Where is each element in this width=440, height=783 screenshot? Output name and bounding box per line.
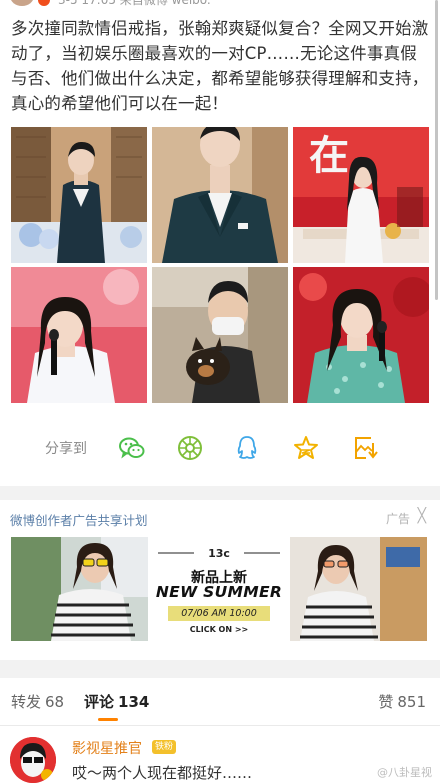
moments-icon[interactable] bbox=[176, 434, 204, 462]
post-text: 多次撞同款情侣戒指，张翰郑爽疑似复合？全网又开始激动了，当初娱乐圈最喜欢的一对C… bbox=[11, 19, 429, 113]
tab-likes-count: 851 bbox=[397, 693, 426, 711]
post-meta: 3-5 17:05 来自微博 weibo.com bbox=[58, 0, 210, 7]
ad-model-photo-right[interactable] bbox=[290, 537, 427, 641]
comment-author[interactable]: 影视星推官 bbox=[72, 738, 142, 758]
ad-cta-button[interactable]: CLICK ON >> bbox=[150, 625, 288, 634]
scrollbar[interactable] bbox=[435, 0, 438, 300]
woman-sequin-dress-photo[interactable] bbox=[293, 267, 429, 403]
velvet-suit-closeup-photo[interactable] bbox=[152, 127, 288, 263]
share-bar: 分享到 bbox=[0, 428, 440, 468]
man-in-velvet-suit-photo[interactable] bbox=[11, 127, 147, 263]
qq-icon[interactable] bbox=[233, 434, 261, 462]
watermark: @八卦星视 bbox=[377, 766, 432, 779]
ad-label: 广告 bbox=[385, 512, 410, 526]
save-image-icon[interactable] bbox=[351, 434, 379, 462]
close-icon[interactable]: ╳ bbox=[418, 508, 426, 524]
tab-likes[interactable]: 赞 851 bbox=[378, 691, 426, 712]
avatar[interactable] bbox=[10, 0, 34, 6]
wechat-icon[interactable] bbox=[118, 434, 146, 462]
comment-text: 哎～两个人现在都挺好…… bbox=[72, 764, 253, 782]
tab-likes-label: 赞 bbox=[378, 693, 394, 711]
avatar[interactable] bbox=[10, 737, 56, 783]
woman-with-microphone-photo[interactable] bbox=[11, 267, 147, 403]
tab-reposts-count: 68 bbox=[45, 693, 65, 711]
tab-reposts-label: 转发 bbox=[11, 693, 42, 711]
ad-title[interactable]: 微博创作者广告共享计划 bbox=[10, 510, 148, 529]
active-tab-indicator bbox=[98, 718, 118, 721]
post-header: 3-5 17:05 来自微博 weibo.com bbox=[10, 0, 210, 8]
verified-badge-icon bbox=[38, 0, 50, 6]
ad-card[interactable]: 微博创作者广告共享计划 广告 ╳ 13c 新品上新 NEW SUMMER 07/… bbox=[0, 500, 440, 660]
ad-banner[interactable]: 13c 新品上新 NEW SUMMER 07/06 AM 10:00 CLICK… bbox=[150, 537, 288, 641]
ad-brand: 13c bbox=[208, 547, 230, 560]
ad-subheadline: NEW SUMMER bbox=[155, 583, 283, 601]
tab-comments[interactable]: 评论 134 bbox=[84, 691, 149, 712]
woman-at-event-photo[interactable]: 在 bbox=[293, 127, 429, 263]
fan-badge: 铁粉 bbox=[152, 740, 177, 754]
ad-model-photo-left[interactable] bbox=[11, 537, 148, 641]
ad-date: 07/06 AM 10:00 bbox=[168, 606, 270, 621]
qzone-icon[interactable] bbox=[292, 434, 320, 462]
tab-reposts[interactable]: 转发 68 bbox=[11, 691, 64, 712]
tab-comments-count: 134 bbox=[118, 693, 150, 711]
svg-text:在: 在 bbox=[309, 133, 349, 179]
tab-comments-label: 评论 bbox=[84, 693, 115, 711]
share-label: 分享到 bbox=[45, 441, 87, 457]
post-card: 3-5 17:05 来自微博 weibo.com 多次撞同款情侣戒指，张翰郑爽疑… bbox=[0, 0, 440, 486]
divider bbox=[0, 725, 440, 726]
man-with-puppy-photo[interactable] bbox=[152, 267, 288, 403]
photo-grid: 在 bbox=[11, 127, 429, 403]
